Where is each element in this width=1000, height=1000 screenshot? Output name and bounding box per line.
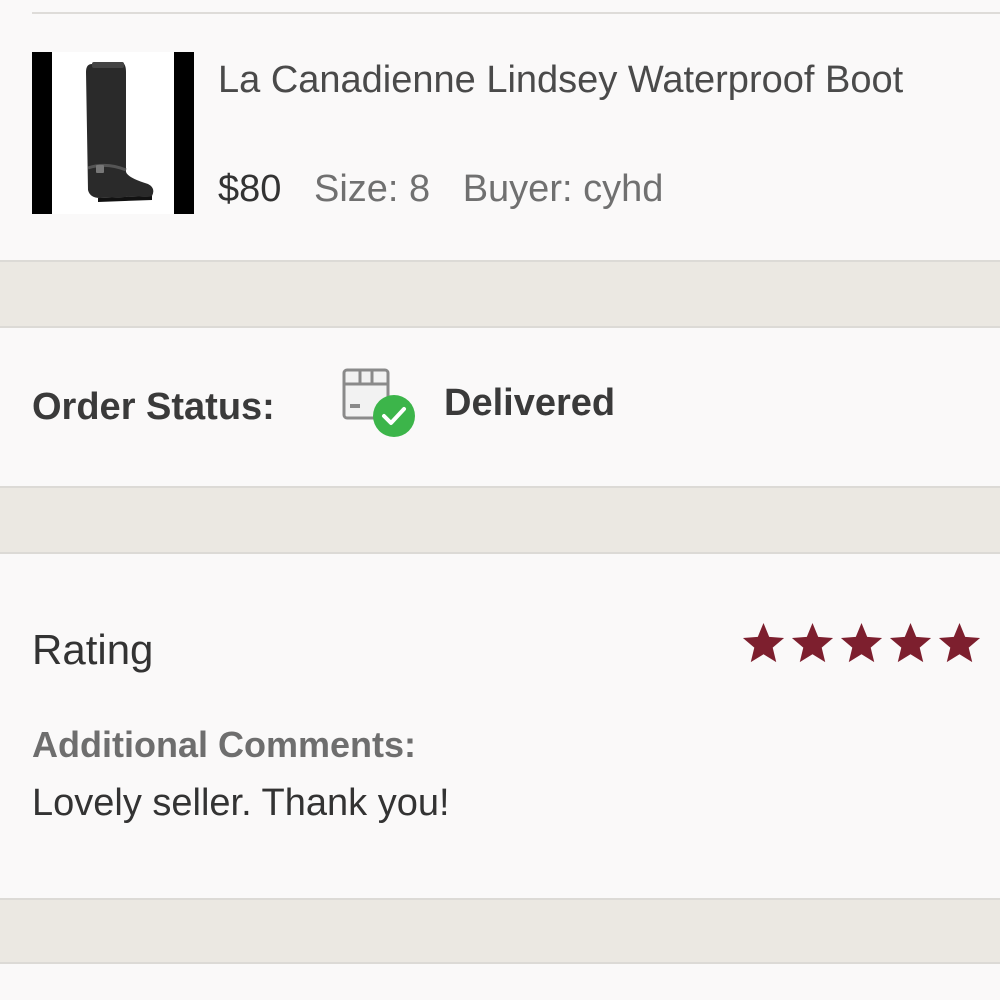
order-detail-page: La Canadienne Lindsey Waterproof Boot $8… [0,0,1000,1000]
product-buyer[interactable]: Buyer: cyhd [463,168,664,210]
product-price: $80 [218,168,282,210]
rating-card: Rating Additional Comments: Lovely selle… [0,552,1000,900]
star-icon [742,622,785,663]
rating-label: Rating [32,626,154,673]
order-status-card: Order Status: Delivered [0,326,1000,488]
order-status-value: Delivered [444,382,616,424]
product-thumbnail[interactable] [32,52,194,214]
comments-text: Lovely seller. Thank you! [32,782,450,824]
product-meta: $80 Size: 8 Buyer: cyhd [218,168,663,211]
divider [32,12,1000,14]
order-status-label: Order Status: [32,386,275,428]
star-rating [740,620,983,667]
star-icon [840,622,883,663]
product-card[interactable]: La Canadienne Lindsey Waterproof Boot $8… [0,0,1000,262]
product-size: Size: 8 [313,168,431,210]
star-icon [889,622,932,663]
product-title[interactable]: La Canadienne Lindsey Waterproof Boot [218,52,958,108]
package-delivered-icon [338,366,418,446]
comments-label: Additional Comments: [32,724,416,765]
next-card [0,962,1000,1000]
star-icon [791,622,834,663]
boot-icon [86,62,154,202]
star-icon [938,622,981,663]
